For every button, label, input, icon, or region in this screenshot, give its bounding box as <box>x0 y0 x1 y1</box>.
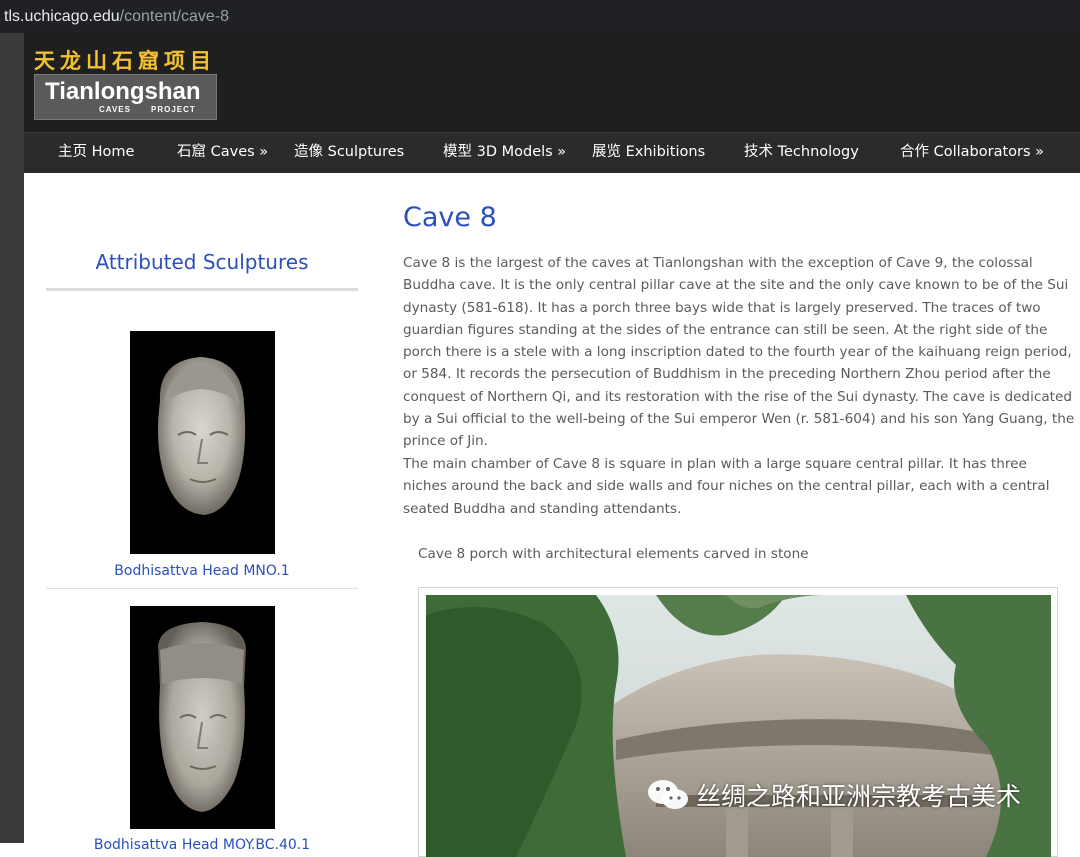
figure-caption: Cave 8 porch with architectural elements… <box>418 546 809 562</box>
description-paragraph: The main chamber of Cave 8 is square in … <box>403 456 1050 517</box>
logo-english-title: Tianlongshan <box>45 78 201 105</box>
page-title: Cave 8 <box>403 202 497 233</box>
sculpture-thumbnail[interactable] <box>130 331 275 554</box>
sculpture-link[interactable]: Bodhisattva Head MOY.BC.40.1 <box>46 837 358 853</box>
logo-subtitle-project: PROJECT <box>151 105 196 114</box>
sidebar-title-divider <box>46 288 358 291</box>
watermark-text: 丝绸之路和亚洲宗教考古美术 <box>696 782 1022 811</box>
nav-item-sculptures[interactable]: 造像 Sculptures <box>294 133 404 173</box>
nav-item-collaborators[interactable]: 合作 Collaborators » <box>900 133 1044 173</box>
sidebar-item-divider <box>46 588 358 589</box>
cave-porch-photo[interactable] <box>426 595 1051 857</box>
logo-subtitle-caves: CAVES <box>99 105 131 114</box>
bodhisattva-head-image <box>130 606 275 829</box>
nav-item-3d-models[interactable]: 模型 3D Models » <box>443 133 566 173</box>
site-header: 天龙山石窟项目 Tianlongshan CAVES PROJECT <box>24 33 1080 132</box>
site-logo[interactable]: Tianlongshan CAVES PROJECT <box>34 74 217 120</box>
nav-item-caves[interactable]: 石窟 Caves » <box>177 133 268 173</box>
cave-porch-image <box>426 595 1051 857</box>
wechat-watermark: 丝绸之路和亚洲宗教考古美术 <box>646 775 1021 815</box>
wechat-icon <box>648 780 688 809</box>
nav-item-home[interactable]: 主页 Home <box>58 133 134 173</box>
sidebar-title: Attributed Sculptures <box>95 250 309 274</box>
nav-item-technology[interactable]: 技术 Technology <box>744 133 859 173</box>
sculpture-thumbnail[interactable] <box>130 606 275 829</box>
url-path: /content/cave-8 <box>119 8 230 25</box>
browser-url-bar[interactable]: tls.uchicago.edu/content/cave-8 <box>0 0 1080 33</box>
logo-chinese-title[interactable]: 天龙山石窟项目 <box>34 45 216 75</box>
page-left-margin <box>0 33 24 843</box>
bodhisattva-head-image <box>130 331 275 554</box>
description-paragraph: Cave 8 is the largest of the caves at Ti… <box>403 255 1075 450</box>
url-host: tls.uchicago.edu <box>4 8 120 25</box>
main-nav: 主页 Home 石窟 Caves » 造像 Sculptures 模型 3D M… <box>24 132 1080 173</box>
nav-item-exhibitions[interactable]: 展览 Exhibitions <box>592 133 705 173</box>
sculpture-link[interactable]: Bodhisattva Head MNO.1 <box>46 563 358 579</box>
figure-frame <box>418 587 1058 857</box>
